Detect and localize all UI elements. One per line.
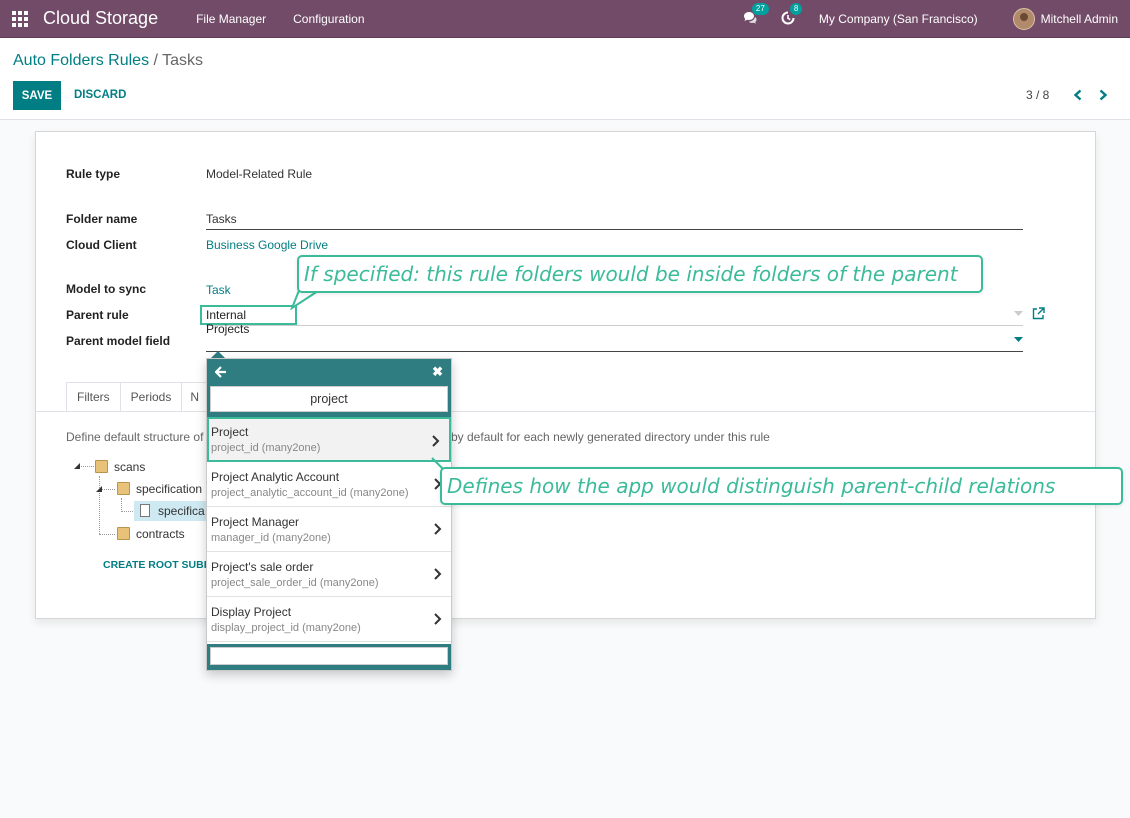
close-icon[interactable]: ✖: [432, 364, 443, 380]
item-title: Project's sale order: [211, 560, 314, 574]
field-selector-popup: ✖ Project project_id (many2one) Project …: [206, 358, 452, 671]
list-item-project-sale-order[interactable]: Project's sale order project_sale_order_…: [207, 552, 451, 597]
popup-search-wrap: [207, 386, 451, 417]
external-link-icon[interactable]: [1032, 307, 1045, 320]
form-sheet: Rule type Model-Related Rule Folder name…: [35, 131, 1096, 619]
company-switcher[interactable]: My Company (San Francisco): [819, 12, 978, 26]
parent-rule-caret-icon[interactable]: [1014, 311, 1023, 317]
parent-rule-callout: If specified: this rule folders would be…: [297, 255, 983, 293]
tree-line: [78, 466, 94, 467]
chevron-right-icon[interactable]: [433, 568, 442, 580]
tree-node-contracts[interactable]: contracts: [117, 524, 185, 544]
breadcrumb-current: Tasks: [162, 52, 204, 69]
menu-file-manager[interactable]: File Manager: [196, 12, 266, 26]
activities-count-badge: 8: [789, 3, 803, 15]
parent-field-caret-icon[interactable]: [1014, 337, 1023, 343]
folder-icon: [117, 482, 130, 495]
systray: 27 8 My Company (San Francisco) Mitchell…: [743, 0, 1130, 38]
tree-line: [121, 498, 122, 512]
popup-footer-input[interactable]: [210, 647, 448, 665]
menu-configuration[interactable]: Configuration: [293, 12, 364, 26]
parent-rule-underline: [206, 325, 1023, 326]
chevron-right-icon[interactable]: [431, 435, 440, 447]
list-item-project-manager[interactable]: Project Manager manager_id (many2one): [207, 507, 451, 552]
list-item-project-analytic-account[interactable]: Project Analytic Account project_analyti…: [207, 462, 451, 507]
breadcrumb-parent[interactable]: Auto Folders Rules: [13, 52, 149, 69]
back-arrow-icon[interactable]: [215, 366, 227, 378]
rule-type-value[interactable]: Model-Related Rule: [206, 167, 312, 181]
messages-count-badge: 27: [751, 3, 769, 15]
tree-line: [99, 476, 100, 534]
tree-line: [121, 511, 133, 512]
structure-description-tail: by default for each newly generated dire…: [451, 430, 770, 444]
item-field: project_analytic_account_id (many2one): [211, 487, 409, 499]
discard-button[interactable]: DISCARD: [74, 89, 126, 101]
list-item-display-project[interactable]: Display Project display_project_id (many…: [207, 597, 451, 642]
tree-line: [99, 534, 115, 535]
apps-menu-icon[interactable]: [12, 10, 30, 28]
create-root-subfolder-button[interactable]: CREATE ROOT SUBFO: [103, 559, 218, 571]
user-menu[interactable]: Mitchell Admin: [1041, 12, 1118, 26]
avatar[interactable]: [1012, 8, 1035, 30]
tab-filters[interactable]: Filters: [66, 382, 121, 412]
collapse-icon[interactable]: [96, 486, 102, 492]
app-title[interactable]: Cloud Storage: [43, 8, 158, 29]
rule-type-label: Rule type: [66, 167, 121, 181]
parent-rule-label: Parent rule: [66, 308, 129, 322]
popup-header: ✖: [207, 359, 451, 386]
pager-value[interactable]: 3 / 8: [1026, 88, 1049, 102]
breadcrumb: Auto Folders Rules / Tasks: [13, 52, 203, 70]
chevron-right-icon[interactable]: [433, 523, 442, 535]
popup-footer: [207, 644, 451, 670]
control-panel: Auto Folders Rules / Tasks SAVE DISCARD …: [0, 38, 1130, 120]
chevron-right-icon[interactable]: [433, 613, 442, 625]
top-navbar: Cloud Storage File Manager Configuration…: [0, 0, 1130, 38]
item-title: Project Manager: [211, 515, 300, 529]
activities-icon[interactable]: 8: [781, 3, 803, 27]
tab-divider: [36, 411, 1095, 412]
cloud-client-value[interactable]: Business Google Drive: [206, 238, 328, 252]
folder-name-label: Folder name: [66, 212, 138, 226]
item-field: manager_id (many2one): [211, 532, 331, 544]
parent-field-underline[interactable]: [206, 351, 1023, 352]
messages-icon[interactable]: 27: [743, 3, 769, 27]
item-field: project_sale_order_id (many2one): [211, 577, 379, 589]
model-value[interactable]: Task: [206, 283, 231, 297]
folder-name-field[interactable]: Tasks: [206, 212, 237, 226]
file-icon: [140, 504, 150, 517]
popup-search-input[interactable]: [210, 386, 448, 412]
notebook-tabs: Filters Periods N: [66, 382, 211, 412]
item-title: Project: [211, 425, 249, 439]
model-label: Model to sync: [66, 282, 147, 296]
structure-description: Define default structure of: [66, 430, 204, 444]
folder-name-underline: [206, 229, 1023, 230]
pager-previous-icon[interactable]: [1072, 88, 1084, 102]
item-field: project_id (many2one): [211, 442, 321, 454]
item-title: Display Project: [211, 605, 292, 619]
folder-icon: [117, 527, 130, 540]
cloud-client-label: Cloud Client: [66, 238, 137, 252]
breadcrumb-separator: /: [153, 52, 158, 69]
collapse-icon[interactable]: [74, 463, 80, 469]
pager-next-icon[interactable]: [1097, 88, 1109, 102]
folder-icon: [95, 460, 108, 473]
parent-rule-field[interactable]: Internal Projects: [200, 305, 297, 336]
tree-node-scans[interactable]: scans: [95, 457, 145, 477]
item-field: display_project_id (many2one): [211, 622, 361, 634]
parent-field-label: Parent model field: [66, 334, 171, 348]
save-button[interactable]: SAVE: [13, 81, 61, 110]
tab-periods[interactable]: Periods: [120, 382, 183, 412]
item-title: Project Analytic Account: [211, 470, 340, 484]
parent-field-callout: Defines how the app would distinguish pa…: [440, 467, 1123, 505]
tree-node-specification[interactable]: specification: [117, 479, 202, 499]
list-item-project[interactable]: Project project_id (many2one): [207, 417, 451, 462]
